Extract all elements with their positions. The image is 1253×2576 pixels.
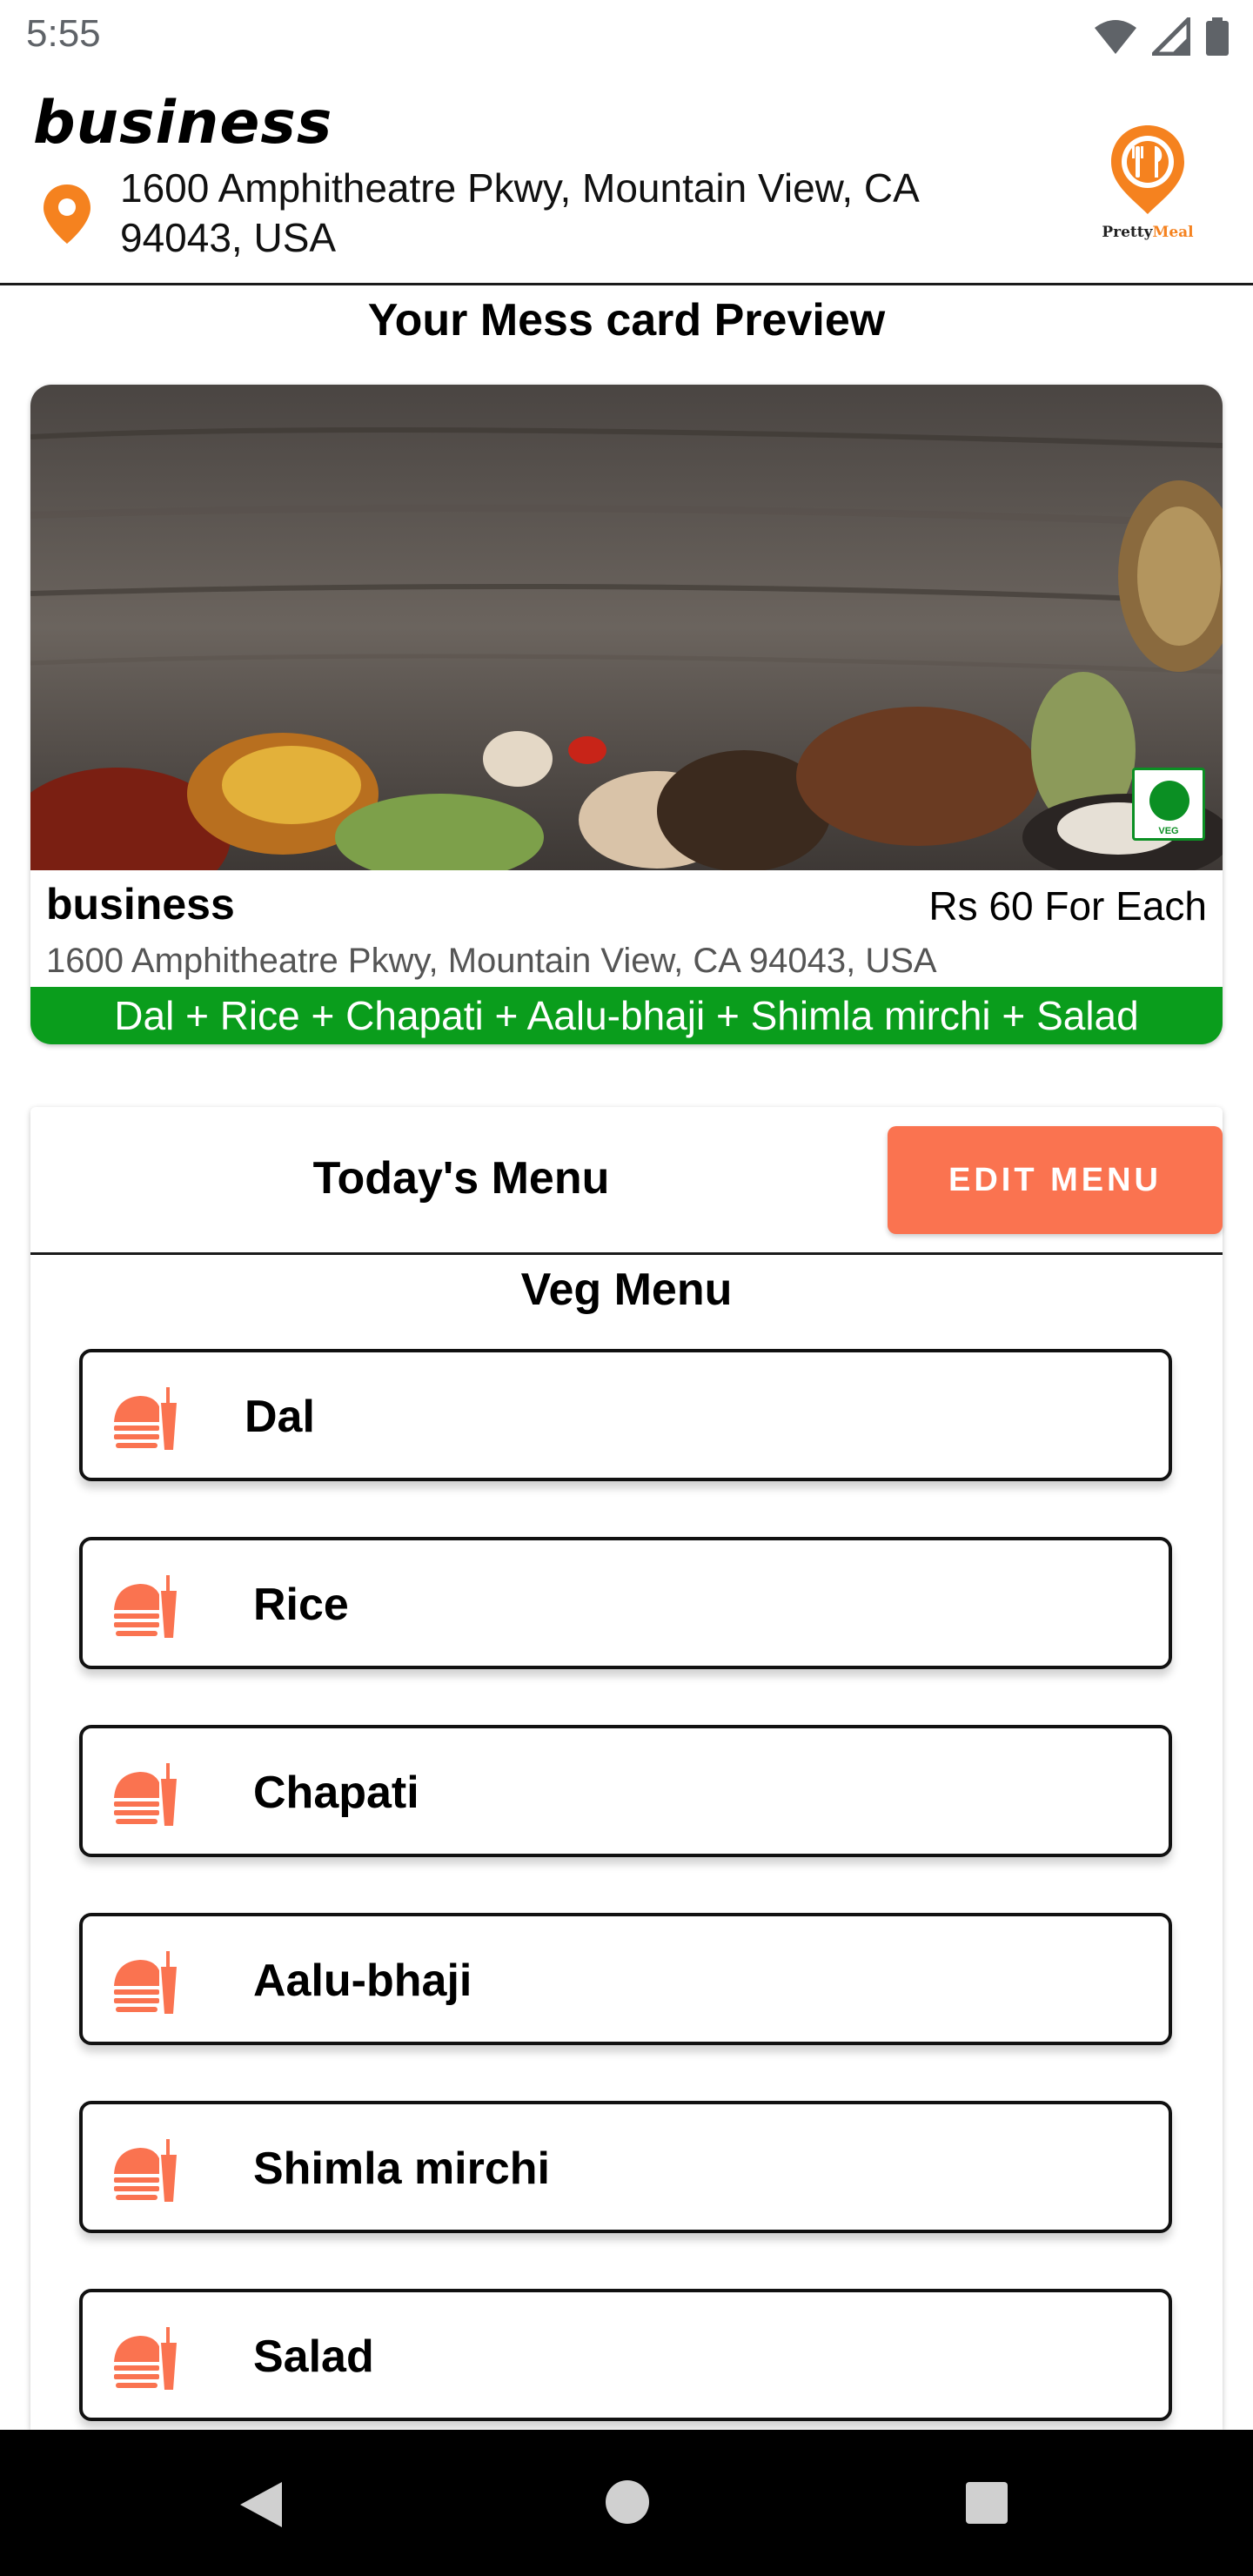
veg-dot-icon [1149,781,1189,821]
menu-item-rice[interactable]: Rice [79,1537,1172,1669]
location-pin-icon [44,184,90,244]
menu-item-salad[interactable]: Salad [79,2289,1172,2421]
recents-icon[interactable] [966,2482,1008,2524]
mess-card-preview[interactable]: VEG business Rs 60 For Each 1600 Amphith… [30,385,1223,1044]
menu-item-label: Aalu-bhaji [253,1955,472,2006]
menu-item-label: Dal [245,1392,315,1442]
card-price: Rs 60 For Each [928,883,1207,929]
food-icon [114,1387,177,1450]
menu-item-aalu-bhaji[interactable]: Aalu-bhaji [79,1913,1172,2045]
business-title: business [33,89,333,158]
card-menu-summary: Dal + Rice + Chapati + Aalu-bhaji + Shim… [30,987,1223,1044]
menu-item-label: Rice [253,1580,349,1630]
menu-item-shimla-mirchi[interactable]: Shimla mirchi [79,2101,1172,2233]
food-icon [114,1763,177,1826]
pretty-meal-logo: PrettyMeal [1091,122,1204,252]
battery-icon [1206,17,1229,56]
back-icon[interactable] [237,2479,285,2531]
preview-title: Your Mess card Preview [367,295,886,345]
wifi-icon [1095,20,1136,54]
system-nav-bar [0,2430,1253,2576]
status-bar: 5:55 [0,0,1253,75]
home-icon[interactable] [606,2480,649,2524]
veg-badge: VEG [1132,768,1205,841]
card-business-name: business [46,880,235,929]
edit-menu-button[interactable]: EDIT MENU [888,1126,1223,1234]
status-time: 5:55 [26,12,101,55]
logo-plate-icon [1111,125,1184,214]
menu-item-chapati[interactable]: Chapati [79,1725,1172,1857]
food-icon [114,2327,177,2390]
veg-badge-label: VEG [1158,826,1179,836]
menu-panel-header: Today's Menu EDIT MENU [30,1107,1223,1255]
header: business 1600 Amphitheatre Pkwy, Mountai… [0,80,1253,285]
food-icon [114,2139,177,2202]
todays-menu-panel: Today's Menu EDIT MENU Veg Menu Dal Rice [30,1107,1223,2430]
menu-item-label: Shimla mirchi [253,2143,550,2194]
header-address: 1600 Amphitheatre Pkwy, Mountain View, C… [120,165,918,260]
food-icon [114,1575,177,1638]
logo-text-pretty: Pretty [1102,224,1153,241]
card-address: 1600 Amphitheatre Pkwy, Mountain View, C… [46,942,937,980]
food-icon [114,1951,177,2014]
logo-text-meal: Meal [1152,224,1194,241]
menu-item-label: Chapati [253,1768,419,1818]
logo-text: PrettyMeal [1091,224,1204,241]
status-icons [1093,17,1230,56]
menu-item-label: Salad [253,2331,374,2382]
veg-menu-title: Veg Menu [520,1265,733,1315]
todays-menu-title: Today's Menu [312,1153,610,1204]
menu-item-dal[interactable]: Dal [79,1349,1172,1481]
food-banner-image [30,385,1223,870]
signal-icon [1152,17,1190,56]
